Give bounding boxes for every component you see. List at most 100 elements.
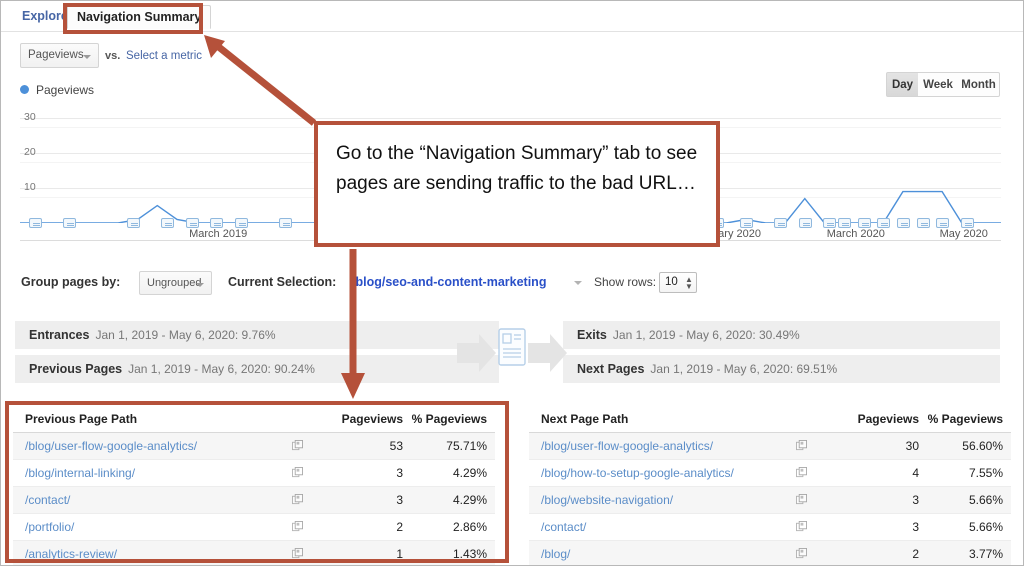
page-flow-icon [457, 323, 567, 383]
open-in-new-window-icon[interactable] [796, 548, 807, 559]
pageviews-value: 3 [396, 493, 403, 507]
summary-bar-next-pages: Next PagesJan 1, 2019 - May 6, 2020: 69.… [563, 355, 1000, 383]
pageviews-value: 3 [396, 466, 403, 480]
chart-annotation-marker-icon[interactable] [29, 218, 42, 228]
show-rows-value: 10 [665, 276, 678, 288]
table-row[interactable]: /contact/35.66% [529, 514, 1011, 541]
page-path-link[interactable]: /contact/ [541, 520, 586, 534]
open-in-new-window-icon[interactable] [292, 521, 303, 532]
pct-pageviews-value: 7.55% [969, 466, 1003, 480]
chart-annotation-marker-icon[interactable] [387, 218, 400, 228]
chart-annotation-marker-icon[interactable] [411, 218, 424, 228]
table-row[interactable]: /contact/3 4.29% [13, 487, 495, 514]
page-path-link[interactable]: /blog/how-to-setup-google-analytics/ [541, 466, 734, 480]
page-path-link[interactable]: /portfolio/ [25, 520, 74, 534]
open-in-new-window-icon[interactable] [796, 440, 807, 451]
chart-annotation-marker-icon[interactable] [63, 218, 76, 228]
table-row[interactable]: /analytics-review/1 1.43% [13, 541, 495, 566]
page-path-link[interactable]: /blog/internal-linking/ [25, 466, 135, 480]
table-row[interactable]: /blog/23.77% [529, 541, 1011, 566]
column-header-pct-pageviews: % Pageviews [928, 412, 1003, 426]
table-header-row: Previous Page Path Pageviews % Pageviews [13, 407, 495, 433]
group-pages-by-label: Group pages by: [21, 275, 120, 289]
current-selection-value[interactable]: /blog/seo-and-content-marketing [352, 275, 546, 289]
chart-annotation-marker-icon[interactable] [333, 218, 346, 228]
chart-annotation-marker-icon[interactable] [235, 218, 248, 228]
chart-annotation-marker-icon[interactable] [897, 218, 910, 228]
page-path-link[interactable]: /blog/website-navigation/ [541, 493, 673, 507]
entrances-title: Entrances [29, 328, 89, 342]
chart-annotation-marker-icon[interactable] [505, 218, 518, 228]
pct-pageviews-value: 3.77% [969, 547, 1003, 561]
analytics-navigation-summary-screenshot: Explorer Navigation Summary Pageviews vs… [0, 0, 1024, 566]
page-path-link[interactable]: /blog/ [541, 547, 570, 561]
chart-annotation-marker-icon[interactable] [529, 218, 542, 228]
legend-label-pageviews: Pageviews [36, 83, 94, 97]
table-row[interactable]: /portfolio/22.86% [13, 514, 495, 541]
table-body: /blog/user-flow-google-analytics/3056.60… [529, 433, 1011, 566]
grouping-select[interactable]: Ungrouped [139, 271, 212, 295]
chart-annotation-marker-icon[interactable] [210, 218, 223, 228]
chart-annotation-marker-icon[interactable] [186, 218, 199, 228]
open-in-new-window-icon[interactable] [292, 440, 303, 451]
chart-annotation-marker-icon[interactable] [554, 218, 567, 228]
stepper-arrows-icon[interactable]: ▲▼ [685, 276, 692, 290]
select-a-metric-link[interactable]: Select a metric [126, 50, 202, 62]
page-path-link[interactable]: /blog/user-flow-google-analytics/ [25, 439, 197, 453]
page-path-link[interactable]: /contact/ [25, 493, 70, 507]
chart-annotation-marker-icon[interactable] [711, 218, 724, 228]
chevron-down-icon [196, 283, 204, 287]
pageviews-value: 4 [912, 466, 919, 480]
page-path-link[interactable]: /blog/user-flow-google-analytics/ [541, 439, 713, 453]
metric-select[interactable]: Pageviews [20, 43, 99, 68]
current-selection-label: Current Selection: [228, 275, 336, 289]
table-row[interactable]: /blog/website-navigation/35.66% [529, 487, 1011, 514]
granularity-day-button[interactable]: Day [886, 72, 919, 97]
pageviews-value: 1 [396, 547, 403, 561]
chart-annotation-marker-icon[interactable] [961, 218, 974, 228]
chart-annotation-marker-icon[interactable] [583, 218, 596, 228]
table-row[interactable]: /blog/user-flow-google-analytics/3056.60… [529, 433, 1011, 460]
chart-annotation-marker-icon[interactable] [774, 218, 787, 228]
pct-pageviews-value: 1.43% [453, 547, 487, 561]
chart-annotation-marker-icon[interactable] [858, 218, 871, 228]
page-path-link[interactable]: /analytics-review/ [25, 547, 117, 561]
chart-annotation-marker-icon[interactable] [622, 218, 635, 228]
chart-annotation-marker-icon[interactable] [661, 218, 674, 228]
pct-pageviews-value: 5.66% [969, 520, 1003, 534]
column-header-pct-pageviews: % Pageviews [412, 412, 487, 426]
table-row[interactable]: /blog/how-to-setup-google-analytics/4 7.5… [529, 460, 1011, 487]
table-row[interactable]: /blog/internal-linking/34.29% [13, 460, 495, 487]
open-in-new-window-icon[interactable] [292, 494, 303, 505]
open-in-new-window-icon[interactable] [292, 467, 303, 478]
show-rows-stepper[interactable]: 10 ▲▼ [659, 272, 697, 293]
table-row[interactable]: /blog/user-flow-google-analytics/5375.71… [13, 433, 495, 460]
open-in-new-window-icon[interactable] [292, 548, 303, 559]
chevron-down-icon [83, 55, 91, 59]
chart-annotation-marker-icon[interactable] [799, 218, 812, 228]
open-in-new-window-icon[interactable] [796, 494, 807, 505]
chart-annotation-marker-icon[interactable] [823, 218, 836, 228]
chart-annotation-marker-icon[interactable] [838, 218, 851, 228]
chart-annotation-marker-icon[interactable] [161, 218, 174, 228]
chart-annotation-marker-icon[interactable] [936, 218, 949, 228]
chart-annotation-marker-icon[interactable] [686, 218, 699, 228]
chart-annotation-marker-icon[interactable] [917, 218, 930, 228]
x-axis-tick-label: January 2020 [694, 228, 761, 240]
granularity-week-button[interactable]: Week [918, 72, 959, 97]
chart-annotation-marker-icon[interactable] [877, 218, 890, 228]
open-in-new-window-icon[interactable] [796, 467, 807, 478]
pct-pageviews-value: 4.29% [453, 493, 487, 507]
previous-pages-value: Jan 1, 2019 - May 6, 2020: 90.24% [128, 362, 315, 376]
chart-annotation-marker-icon[interactable] [279, 218, 292, 228]
chart-legend: Pageviews [20, 83, 94, 97]
pageviews-value: 53 [390, 439, 403, 453]
chart-annotation-marker-icon[interactable] [740, 218, 753, 228]
pageviews-value: 2 [396, 520, 403, 534]
granularity-month-button[interactable]: Month [958, 72, 1000, 97]
pct-pageviews-value: 5.66% [969, 493, 1003, 507]
chart-annotation-marker-icon[interactable] [127, 218, 140, 228]
tab-navigation-summary[interactable]: Navigation Summary [67, 5, 211, 29]
open-in-new-window-icon[interactable] [796, 521, 807, 532]
chevron-down-icon[interactable] [574, 281, 582, 285]
